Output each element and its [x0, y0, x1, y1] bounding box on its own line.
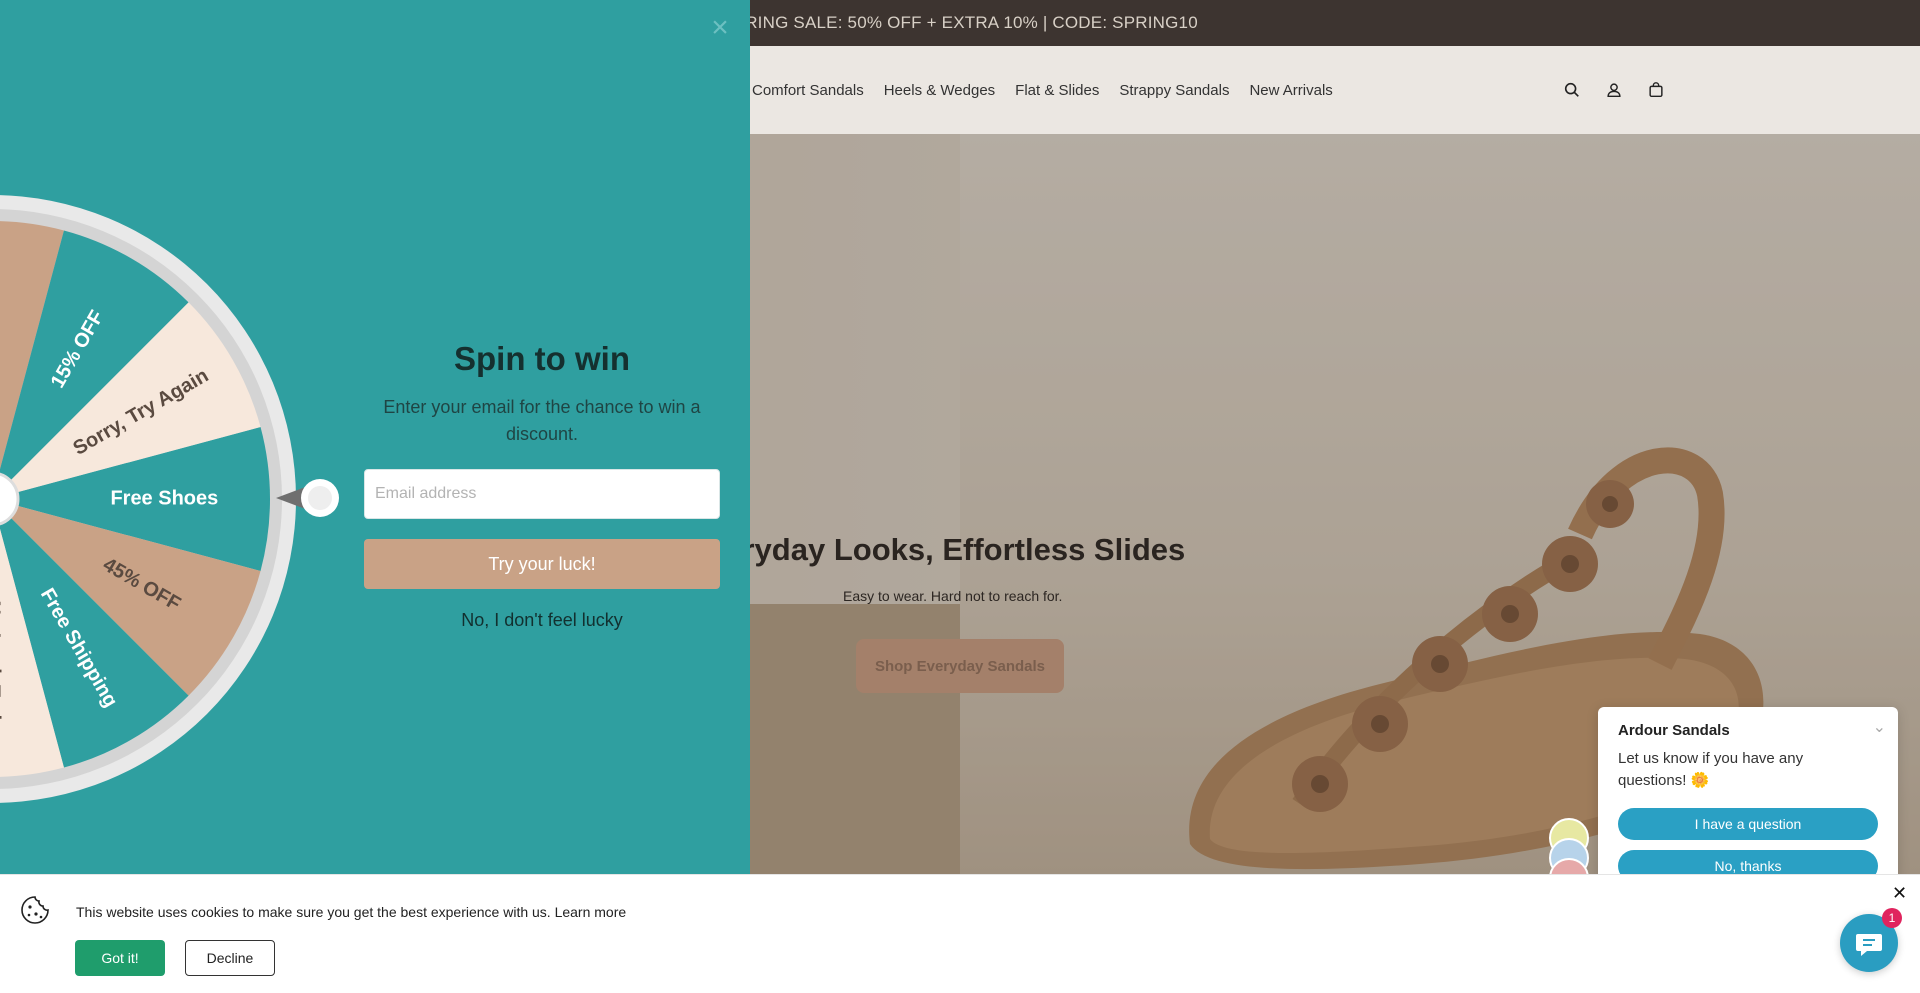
popup-close-icon[interactable]: × — [706, 13, 734, 43]
hero-subtitle: Easy to wear. Hard not to reach for. — [843, 588, 1063, 604]
have-question-button[interactable]: I have a question — [1618, 808, 1878, 840]
popup-title: Spin to win — [454, 340, 630, 377]
chat-message: Let us know if you have any questions! 🌼 — [1618, 750, 1804, 789]
spin-to-win-popup: × Free Shoes 45% OFF Free Shipping No Luck … — [0, 0, 750, 874]
search-icon[interactable] — [1562, 80, 1582, 100]
nav-links: Comfort Sandals Heels & Wedges Flat & Sl… — [752, 46, 1333, 134]
nav-link-strappy-sandals[interactable]: Strappy Sandals — [1119, 82, 1229, 99]
email-input[interactable] — [364, 469, 720, 519]
nav-link-flat-slides[interactable]: Flat & Slides — [1015, 82, 1099, 99]
chat-title: Ardour Sandals — [1618, 722, 1730, 739]
try-your-luck-button[interactable]: Try your luck! — [364, 539, 720, 589]
announcement-text: SPRING SALE: 50% OFF + EXTRA 10% | CODE:… — [722, 13, 1198, 32]
prize-wheel-graphic: Free Shoes45% OFFFree ShippingNo Luck To… — [0, 195, 296, 803]
decline-spin-link[interactable]: No, I don't feel lucky — [364, 610, 720, 631]
wheel-pointer-icon — [276, 479, 339, 517]
learn-more-link[interactable]: Learn more — [555, 904, 627, 920]
nav-link-new-arrivals[interactable]: New Arrivals — [1249, 82, 1332, 99]
cookie-banner: This website uses cookies to make sure y… — [0, 874, 1920, 993]
nav-icons — [1562, 46, 1666, 134]
chat-bubble-icon — [1856, 934, 1882, 956]
wheel-segment-label: Next Time — [0, 279, 2, 374]
chat-minimize-icon[interactable]: ⌄ — [1873, 717, 1886, 737]
shop-everyday-sandals-button[interactable]: Shop Everyday Sandals — [856, 639, 1064, 693]
account-icon[interactable] — [1604, 80, 1624, 100]
wheel-segment-label: No Luck Today — [0, 600, 4, 743]
cookie-text: This website uses cookies to make sure y… — [76, 904, 551, 920]
cookie-decline-button[interactable]: Decline — [185, 940, 275, 976]
popup-description: Enter your email for the chance to win a… — [383, 397, 701, 444]
hero-title: veryday Looks, Effortless Slides — [708, 532, 1186, 567]
wheel-segment-label: Free Shoes — [110, 487, 218, 509]
cookie-close-icon[interactable]: ✕ — [1892, 883, 1907, 904]
chat-popup: ⌄ Ardour Sandals Let us know if you have… — [1598, 707, 1898, 899]
cookie-accept-button[interactable]: Got it! — [75, 940, 165, 976]
nav-link-heels-wedges[interactable]: Heels & Wedges — [884, 82, 995, 99]
chat-unread-badge: 1 — [1882, 908, 1902, 928]
cookie-message: This website uses cookies to make sure y… — [76, 904, 626, 920]
cart-icon[interactable] — [1646, 80, 1666, 100]
prize-wheel: Free Shoes 45% OFF Free Shipping No Luck To… — [0, 195, 296, 803]
cookie-icon — [21, 896, 49, 924]
nav-link-comfort-sandals[interactable]: Comfort Sandals — [752, 82, 864, 99]
